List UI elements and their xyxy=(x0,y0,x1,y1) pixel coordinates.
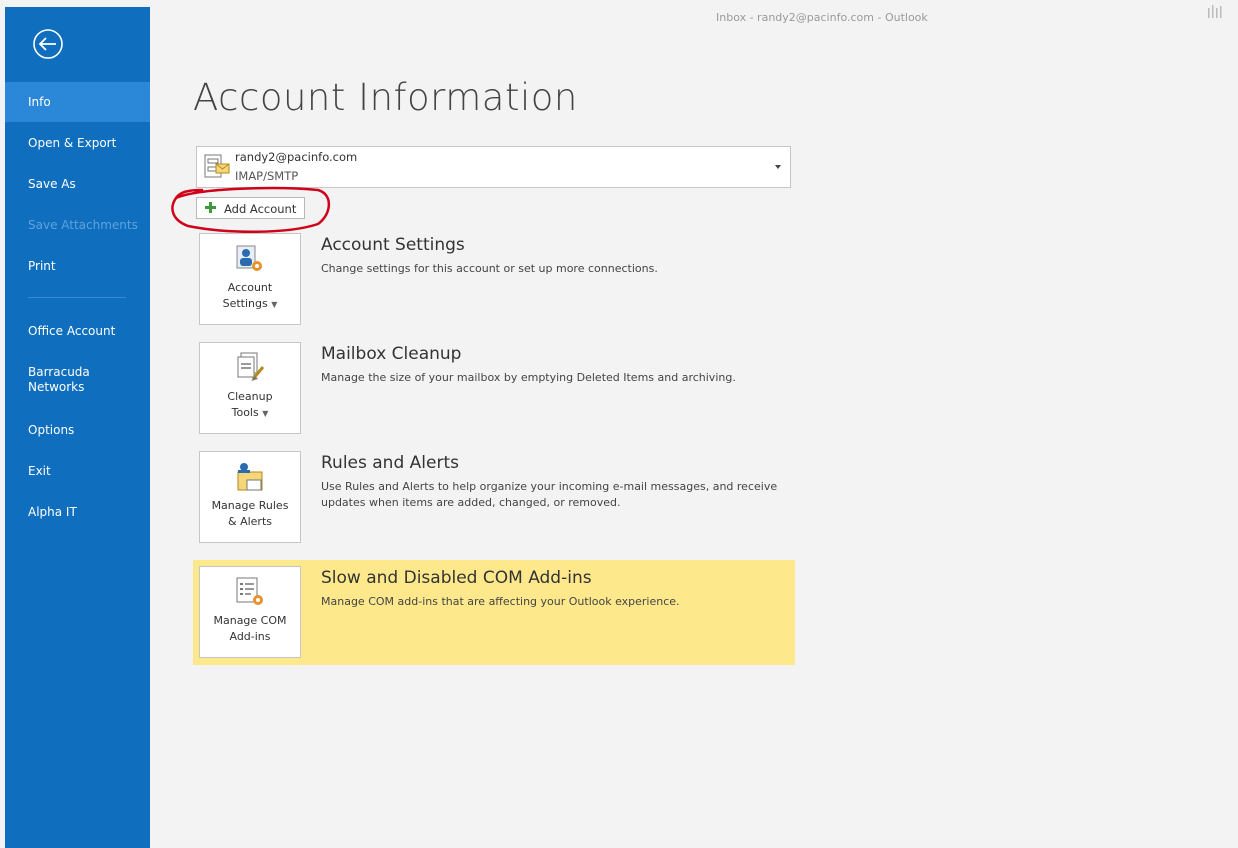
sidebar-divider xyxy=(28,297,126,298)
sidebar-item-save-attachments: Save Attachments xyxy=(28,218,138,232)
backstage-sidebar: Info Open & Export Save As Save Attachme… xyxy=(5,7,150,848)
cleanup-tools-button[interactable]: Cleanup Tools ▼ xyxy=(199,342,301,434)
dropdown-caret-icon: ▼ xyxy=(271,300,278,309)
window-title: Inbox - randy2@pacinfo.com - Outlook xyxy=(716,11,928,24)
chevron-down-icon[interactable] xyxy=(775,165,781,169)
account-type: IMAP/SMTP xyxy=(235,169,299,183)
email-account-icon xyxy=(204,154,230,178)
manage-com-addins-button[interactable]: Manage COM Add-ins xyxy=(199,566,301,658)
tile-label: Add-ins xyxy=(229,630,271,643)
tile-label: Cleanup xyxy=(227,390,273,403)
sidebar-item-office-account[interactable]: Office Account xyxy=(5,324,150,339)
section-title: Mailbox Cleanup xyxy=(321,344,462,364)
section-description: Manage the size of your mailbox by empty… xyxy=(321,371,736,384)
com-addins-icon xyxy=(236,577,263,605)
manage-rules-alerts-button[interactable]: Manage Rules & Alerts xyxy=(199,451,301,543)
tile-label: Manage COM xyxy=(213,614,287,627)
account-selector[interactable]: randy2@pacinfo.com IMAP/SMTP xyxy=(196,146,791,188)
add-account-label: Add Account xyxy=(224,202,297,216)
window-grip-icon xyxy=(1208,5,1222,18)
sidebar-item-options[interactable]: Options xyxy=(5,423,150,438)
mailbox-cleanup-section: Cleanup Tools ▼ Mailbox Cleanup Manage th… xyxy=(193,336,795,441)
page-title: Account Information xyxy=(193,76,578,119)
tile-label: Settings xyxy=(222,297,268,310)
section-description: Change settings for this account or set … xyxy=(321,262,658,275)
dropdown-caret-icon: ▼ xyxy=(262,409,269,418)
section-description: Manage COM add-ins that are affecting yo… xyxy=(321,595,680,608)
plus-icon xyxy=(205,202,216,213)
sidebar-item-barracuda-networks[interactable]: Barracuda Networks xyxy=(5,365,150,395)
cleanup-tools-icon xyxy=(237,352,265,381)
sidebar-item-alpha-it[interactable]: Alpha IT xyxy=(5,505,150,520)
tile-label: Tools xyxy=(231,406,259,419)
section-description: Use Rules and Alerts to help organize yo… xyxy=(321,480,778,509)
section-title: Slow and Disabled COM Add-ins xyxy=(321,568,592,588)
tile-label: & Alerts xyxy=(228,515,272,528)
sidebar-item-print[interactable]: Print xyxy=(5,259,150,274)
com-addins-section: Manage COM Add-ins Slow and Disabled COM … xyxy=(193,560,795,665)
rules-alerts-section: Manage Rules & Alerts Rules and Alerts Us… xyxy=(193,445,795,550)
sidebar-item-save-as[interactable]: Save As xyxy=(5,177,150,192)
account-settings-icon xyxy=(236,245,262,271)
tile-label: Account xyxy=(227,281,273,294)
section-title: Account Settings xyxy=(321,235,465,255)
account-settings-button[interactable]: Account Settings ▼ xyxy=(199,233,301,325)
sidebar-item-info[interactable]: Info xyxy=(5,82,150,122)
account-email: randy2@pacinfo.com xyxy=(235,150,358,164)
section-title: Rules and Alerts xyxy=(321,453,459,473)
back-arrow-icon[interactable] xyxy=(31,27,65,61)
sidebar-item-exit[interactable]: Exit xyxy=(5,464,150,479)
sidebar-item-open-export[interactable]: Open & Export xyxy=(5,136,150,151)
add-account-button[interactable]: Add Account xyxy=(196,197,305,219)
tile-label: Manage Rules xyxy=(211,499,289,512)
account-settings-section: Account Settings ▼ Account Settings Chang… xyxy=(193,227,795,332)
rules-alerts-icon xyxy=(237,463,263,491)
